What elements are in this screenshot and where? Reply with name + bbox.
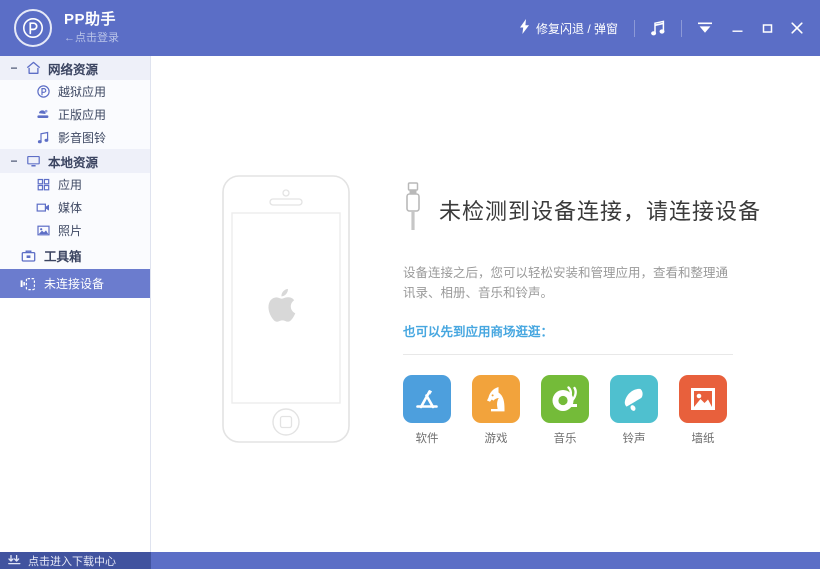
brand-text: PP助手 ←点击登录 bbox=[64, 11, 119, 46]
iphone-outline-svg bbox=[222, 175, 350, 443]
sidebar-item-media[interactable]: 媒体 bbox=[0, 196, 150, 219]
grid-apps-icon bbox=[34, 177, 52, 193]
bell-icon bbox=[610, 375, 658, 423]
iphone-outline-illustration bbox=[221, 174, 351, 449]
home-icon bbox=[23, 60, 43, 76]
monitor-icon bbox=[23, 153, 43, 169]
category-music-label: 音乐 bbox=[553, 431, 577, 445]
app-title: PP助手 bbox=[64, 10, 117, 28]
category-games[interactable]: 游戏 bbox=[472, 375, 520, 446]
genuine-apps-icon bbox=[34, 107, 52, 123]
category-wallpaper-label: 墙纸 bbox=[691, 431, 715, 445]
pp-circle-icon bbox=[34, 84, 52, 100]
sidebar-item-toolbox-label: 工具箱 bbox=[44, 250, 82, 264]
window-body: − 网络资源 越狱应用 正版应用 影音图铃 − 本地资源 应用 媒体 照片 工具… bbox=[0, 56, 820, 552]
headline-text: 未检测到设备连接，请连接设备 bbox=[439, 199, 762, 225]
device-disconnected-icon bbox=[18, 276, 38, 292]
sidebar-item-media-label: 媒体 bbox=[58, 201, 83, 215]
divider bbox=[634, 19, 635, 37]
sidebar-item-genuine-apps[interactable]: 正版应用 bbox=[0, 103, 150, 126]
app-store-icon bbox=[403, 375, 451, 423]
sidebar-item-jailbreak-apps[interactable]: 越狱应用 bbox=[0, 80, 150, 103]
pp-assistant-window: PP助手 ←点击登录 修复闪退 / 弹窗 − 网络资源 越狱应用 正版应用 影音… bbox=[0, 0, 820, 569]
description-text: 设备连接之后，您可以轻松安装和管理应用，查看和整理通讯录、相册、音乐和铃声。 bbox=[403, 265, 729, 300]
sidebar-group-local-label: 本地资源 bbox=[48, 155, 99, 170]
login-hint[interactable]: ←点击登录 bbox=[64, 30, 119, 46]
sidebar-item-toolbox[interactable]: 工具箱 bbox=[0, 242, 150, 269]
minimize-button[interactable] bbox=[722, 13, 752, 43]
title-bar: PP助手 ←点击登录 修复闪退 / 弹窗 bbox=[0, 0, 820, 56]
fix-crash-button[interactable]: 修复闪退 / 弹窗 bbox=[509, 13, 628, 43]
sidebar-item-media-ringtones-label: 影音图铃 bbox=[58, 131, 107, 145]
collapse-toggle-icon[interactable]: − bbox=[8, 62, 20, 74]
app-store-link[interactable]: 也可以先到应用商场逛逛： bbox=[403, 321, 761, 340]
category-list: 软件 游戏 音乐 铃声 墙纸 bbox=[403, 375, 761, 446]
category-software-label: 软件 bbox=[415, 431, 439, 445]
category-ringtones-label: 铃声 bbox=[622, 431, 646, 445]
picture-frame-icon bbox=[679, 375, 727, 423]
title-bar-controls: 修复闪退 / 弹窗 bbox=[509, 0, 820, 56]
category-software[interactable]: 软件 bbox=[403, 375, 451, 446]
download-arrows-icon bbox=[8, 555, 21, 566]
divider bbox=[403, 354, 733, 355]
sidebar-item-jailbreak-apps-label: 越狱应用 bbox=[58, 85, 107, 99]
maximize-button[interactable] bbox=[752, 13, 782, 43]
category-games-label: 游戏 bbox=[484, 431, 508, 445]
sidebar-item-apps[interactable]: 应用 bbox=[0, 173, 150, 196]
headline-row: 未检测到设备连接，请连接设备 bbox=[403, 182, 761, 237]
download-center-button[interactable]: 点击进入下载中心 bbox=[0, 552, 151, 569]
sidebar-filler bbox=[0, 298, 150, 552]
collapse-toggle-icon[interactable]: − bbox=[8, 155, 20, 167]
photo-icon bbox=[34, 223, 52, 239]
usb-connector-icon bbox=[403, 182, 423, 237]
toolbox-icon bbox=[18, 248, 38, 264]
lightning-bolt-icon bbox=[519, 19, 530, 37]
sidebar-item-media-ringtones[interactable]: 影音图铃 bbox=[0, 126, 150, 149]
fix-crash-label: 修复闪退 / 弹窗 bbox=[535, 21, 618, 36]
collapse-to-tray-icon[interactable] bbox=[688, 13, 722, 43]
pp-logo-glyph bbox=[23, 18, 43, 38]
close-button[interactable] bbox=[782, 13, 812, 43]
category-wallpaper[interactable]: 墙纸 bbox=[679, 375, 727, 446]
pp-logo-icon bbox=[14, 9, 52, 47]
sidebar-group-network[interactable]: − 网络资源 bbox=[0, 56, 150, 80]
no-device-message: 未检测到设备连接，请连接设备 设备连接之后，您可以轻松安装和管理应用，查看和整理… bbox=[403, 174, 761, 446]
sidebar-item-apps-label: 应用 bbox=[58, 178, 83, 192]
french-horn-icon bbox=[541, 375, 589, 423]
status-bar-right bbox=[151, 552, 820, 569]
sidebar-item-genuine-apps-label: 正版应用 bbox=[58, 108, 107, 122]
download-center-label: 点击进入下载中心 bbox=[28, 555, 116, 568]
video-camera-icon bbox=[34, 200, 52, 216]
sidebar: − 网络资源 越狱应用 正版应用 影音图铃 − 本地资源 应用 媒体 照片 工具… bbox=[0, 56, 151, 552]
sidebar-item-photos-label: 照片 bbox=[58, 224, 83, 238]
sidebar-group-network-label: 网络资源 bbox=[48, 62, 99, 77]
media-note-icon bbox=[34, 130, 52, 146]
sidebar-item-photos[interactable]: 照片 bbox=[0, 219, 150, 242]
status-bar: 点击进入下载中心 bbox=[0, 552, 820, 569]
main-content: 未检测到设备连接，请连接设备 设备连接之后，您可以轻松安装和管理应用，查看和整理… bbox=[151, 56, 820, 552]
category-ringtones[interactable]: 铃声 bbox=[610, 375, 658, 446]
sidebar-group-local[interactable]: − 本地资源 bbox=[0, 149, 150, 173]
sidebar-item-device-disconnected[interactable]: 未连接设备 bbox=[0, 269, 150, 298]
brand-area[interactable]: PP助手 ←点击登录 bbox=[0, 9, 119, 47]
chess-knight-icon bbox=[472, 375, 520, 423]
divider bbox=[681, 19, 682, 37]
category-music[interactable]: 音乐 bbox=[541, 375, 589, 446]
music-note-icon[interactable] bbox=[641, 13, 675, 43]
sidebar-item-device-label: 未连接设备 bbox=[44, 277, 105, 291]
